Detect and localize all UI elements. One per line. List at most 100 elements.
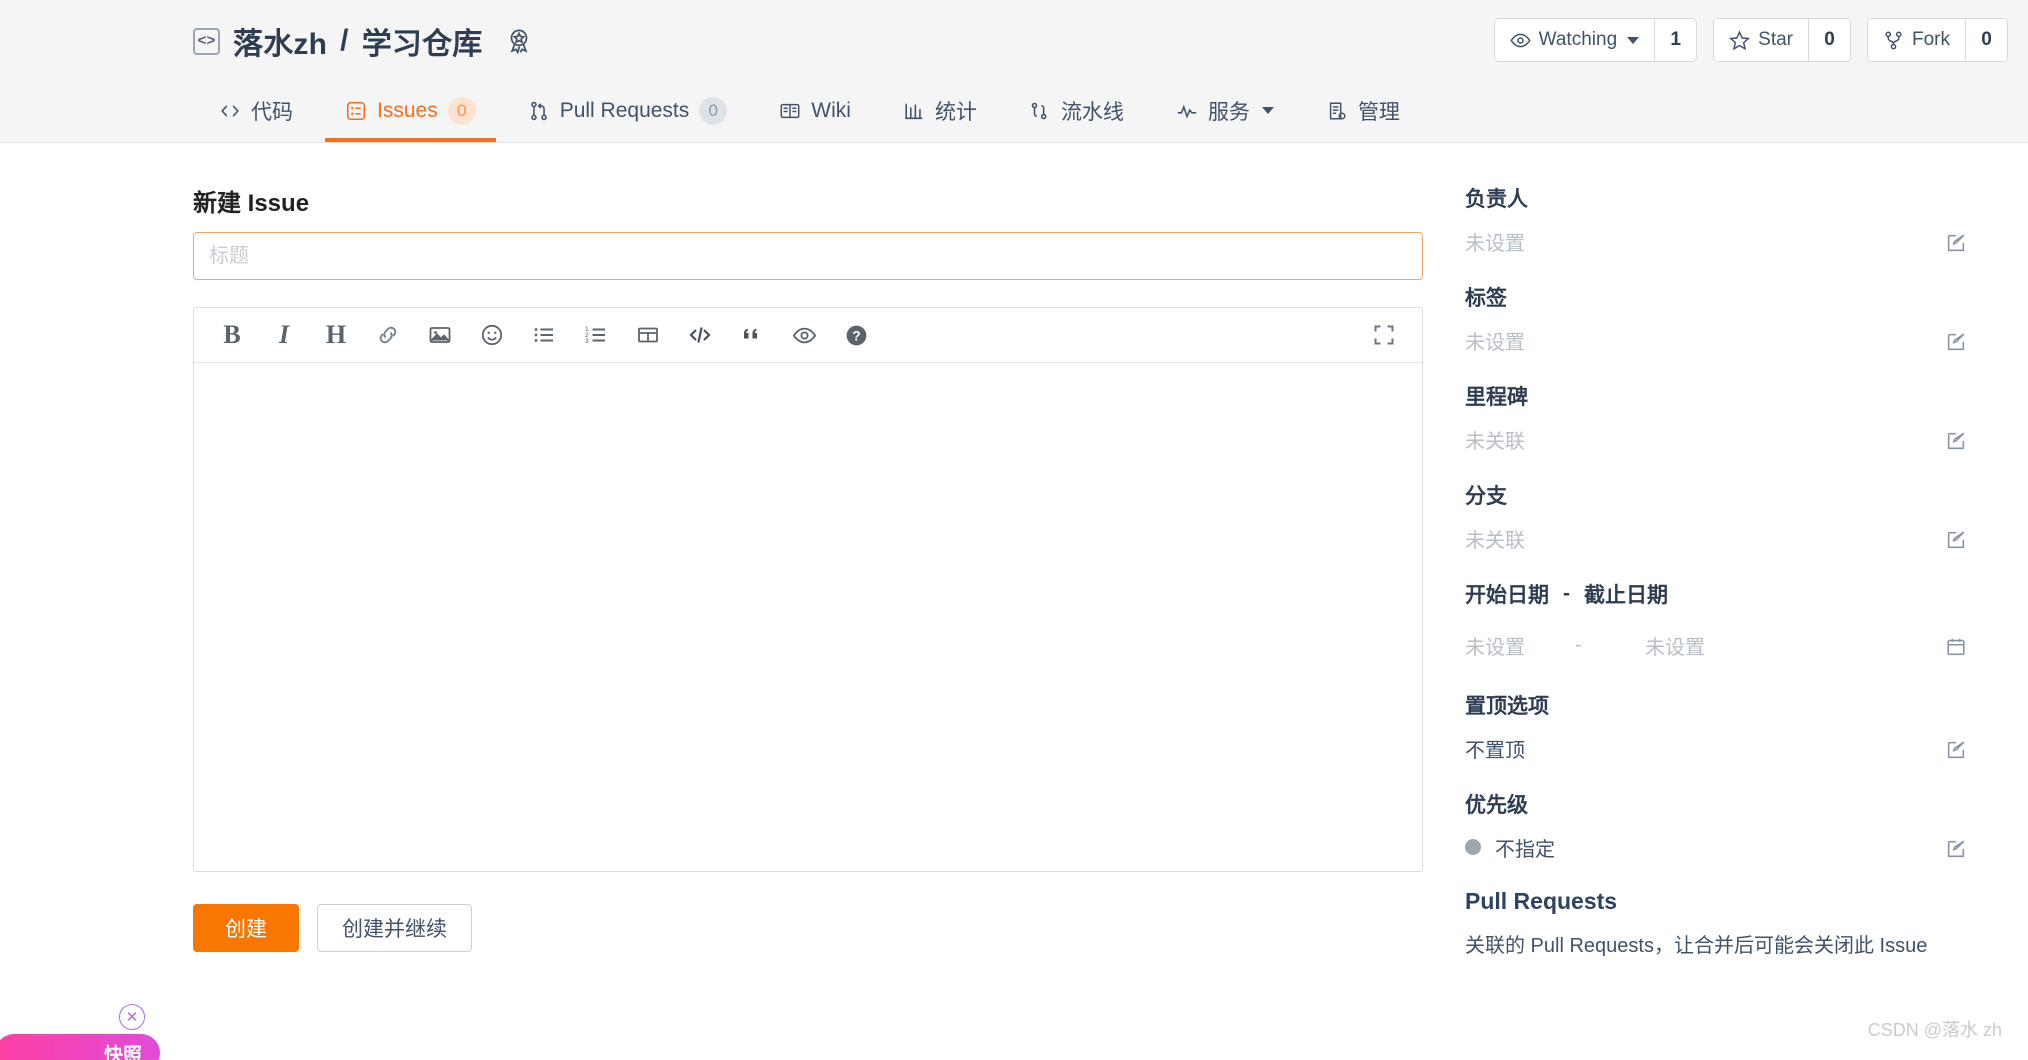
pulse-icon <box>1176 100 1198 122</box>
close-circle-icon[interactable]: ✕ <box>119 1004 145 1030</box>
assignee-label: 负责人 <box>1465 188 1528 211</box>
emoji-icon[interactable] <box>466 313 518 357</box>
fork-button-group[interactable]: Fork 0 <box>1867 18 2008 62</box>
image-icon[interactable] <box>414 313 466 357</box>
milestone-label: 里程碑 <box>1465 386 1528 409</box>
start-date-value[interactable]: 未设置 <box>1465 631 1575 660</box>
tab-issues[interactable]: Issues 0 <box>319 79 502 142</box>
new-issue-form: 新建 Issue B I H <box>193 183 1423 952</box>
sidebar-pull-requests: Pull Requests 关联的 Pull Requests，让合并后可能会关… <box>1465 888 1995 958</box>
pull-requests-description: 关联的 Pull Requests，让合并后可能会关闭此 Issue <box>1465 935 1928 957</box>
edit-pencil-icon[interactable] <box>1945 430 1967 452</box>
tab-code[interactable]: 代码 <box>193 79 319 142</box>
svg-text:3: 3 <box>585 338 589 345</box>
watch-button[interactable]: Watching <box>1494 19 1655 61</box>
code-icon <box>219 100 241 122</box>
tab-code-label: 代码 <box>251 100 293 124</box>
clipboard-gear-icon <box>1326 100 1348 122</box>
edit-pencil-icon[interactable] <box>1945 838 1967 860</box>
code-repo-icon: <> <box>193 27 220 55</box>
svg-text:?: ? <box>852 328 860 343</box>
pin-value-row: 不置顶 <box>1465 733 1995 763</box>
dates-label-dash: - <box>1563 582 1570 605</box>
watch-label: Watching <box>1538 29 1618 50</box>
chevron-down-icon <box>1627 36 1640 44</box>
priority-value: 不指定 <box>1495 838 1555 861</box>
tab-wiki-label: Wiki <box>811 98 851 122</box>
repo-header-actions: Watching 1 Star 0 Fork 0 <box>1493 18 2008 62</box>
star-count[interactable]: 0 <box>1808 19 1850 61</box>
sidebar-milestone: 里程碑 未关联 <box>1465 381 1995 454</box>
sidebar-pin-option: 置顶选项 不置顶 <box>1465 690 1995 763</box>
pin-value: 不置顶 <box>1465 739 1525 762</box>
tab-manage[interactable]: 管理 <box>1300 79 1426 142</box>
sidebar-labels: 标签 未设置 <box>1465 282 1995 355</box>
due-date-value[interactable]: 未设置 <box>1645 631 1705 660</box>
italic-icon[interactable]: I <box>258 313 310 357</box>
floating-banner-label: 快照 <box>103 1044 142 1060</box>
repo-owner-label[interactable]: 落水zh <box>233 19 327 63</box>
star-icon <box>1729 29 1751 50</box>
bullet-list-icon[interactable] <box>518 313 570 357</box>
quote-icon[interactable] <box>726 313 778 357</box>
fork-button[interactable]: Fork <box>1868 19 1965 61</box>
labels-label: 标签 <box>1465 287 1507 310</box>
floating-promo-banner[interactable]: 快照 <box>0 1034 160 1060</box>
table-icon[interactable] <box>622 313 674 357</box>
watch-count[interactable]: 1 <box>1654 19 1697 61</box>
tab-pipeline-label: 流水线 <box>1060 100 1124 124</box>
fork-count[interactable]: 0 <box>1965 19 2007 61</box>
due-date-label: 截止日期 <box>1584 584 1668 607</box>
sidebar-branch: 分支 未关联 <box>1465 480 1995 553</box>
star-button-group[interactable]: Star 0 <box>1713 18 1851 62</box>
watch-button-group[interactable]: Watching 1 <box>1493 18 1698 62</box>
create-and-continue-button[interactable]: 创建并继续 <box>317 904 472 952</box>
sidebar-dates: 开始日期 - 截止日期 未设置 - 未设置 <box>1465 579 1995 660</box>
help-icon[interactable]: ? <box>830 313 882 357</box>
issue-body-textarea[interactable] <box>194 363 1422 871</box>
star-button[interactable]: Star <box>1714 19 1808 61</box>
bold-icon[interactable]: B <box>206 313 258 357</box>
dates-value-dash: - <box>1575 634 1582 656</box>
dates-value-row: 未设置 - 未设置 <box>1465 631 1995 660</box>
edit-pencil-icon[interactable] <box>1945 232 1967 254</box>
fork-label: Fork <box>1912 29 1950 50</box>
tab-pipeline[interactable]: 流水线 <box>1003 79 1150 142</box>
edit-pencil-icon[interactable] <box>1945 529 1967 551</box>
tab-services-label: 服务 <box>1207 100 1250 124</box>
tab-wiki[interactable]: Wiki <box>753 79 877 142</box>
issue-sidebar: 负责人 未设置 标签 未设置 里程碑 未关联 分支 未关联 开始日期 - 截止日… <box>1465 183 1995 984</box>
repo-separator: / <box>340 24 349 57</box>
pull-requests-label: Pull Requests <box>1465 888 1618 914</box>
preview-eye-icon[interactable] <box>778 313 830 357</box>
tab-pull-requests-label: Pull Requests <box>559 98 690 122</box>
tab-statistics[interactable]: 统计 <box>877 79 1003 142</box>
edit-pencil-icon[interactable] <box>1945 739 1967 761</box>
edit-pencil-icon[interactable] <box>1945 331 1967 353</box>
calendar-icon[interactable] <box>1945 636 1967 658</box>
create-button[interactable]: 创建 <box>193 904 299 952</box>
ordered-list-icon[interactable]: 1 2 3 <box>570 313 622 357</box>
milestone-value-row: 未关联 <box>1465 424 1995 454</box>
link-icon[interactable] <box>362 313 414 357</box>
tab-services[interactable]: 服务 <box>1150 79 1300 142</box>
pin-label: 置顶选项 <box>1465 695 1549 718</box>
star-label: Star <box>1758 29 1793 50</box>
branch-label: 分支 <box>1465 485 1507 508</box>
dates-label-row: 开始日期 - 截止日期 <box>1465 579 1995 609</box>
eye-icon <box>1510 33 1531 47</box>
labels-value: 未设置 <box>1465 331 1525 354</box>
repo-name-label[interactable]: 学习仓库 <box>362 19 483 63</box>
tab-issues-label: Issues <box>377 98 438 122</box>
branch-value: 未关联 <box>1465 529 1525 552</box>
heading-icon[interactable]: H <box>310 313 362 357</box>
code-block-icon[interactable] <box>674 313 726 357</box>
tab-pull-requests[interactable]: Pull Requests 0 <box>502 79 754 142</box>
main-content: 新建 Issue B I H <box>0 143 2028 1060</box>
tab-statistics-label: 统计 <box>934 100 977 124</box>
sidebar-assignee: 负责人 未设置 <box>1465 183 1995 256</box>
priority-dot-icon <box>1465 839 1481 855</box>
branch-value-row: 未关联 <box>1465 523 1995 553</box>
fullscreen-expand-icon[interactable] <box>1358 313 1410 357</box>
issue-title-input[interactable] <box>193 232 1423 280</box>
